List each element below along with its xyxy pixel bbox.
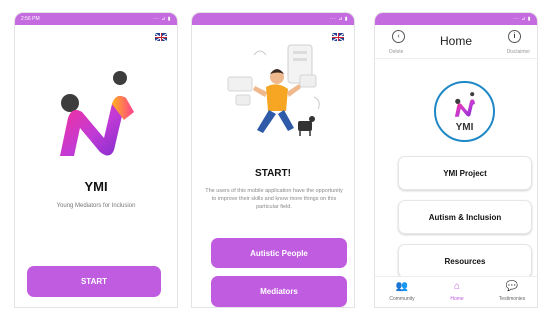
- community-icon: 👥: [395, 281, 409, 292]
- ymi-logo-icon: [60, 71, 134, 156]
- intro-screen: ··· ⊿ ▮ START! The users of this mobile …: [191, 12, 355, 308]
- status-icons: ··· ⊿ ▮: [152, 16, 171, 22]
- mediators-button[interactable]: Mediators: [211, 276, 347, 307]
- chat-icon: 💬: [505, 281, 519, 292]
- autistic-people-button[interactable]: Autistic People: [211, 238, 347, 268]
- status-icons: ··· ⊿ ▮: [329, 16, 348, 22]
- nav-home-label: Home: [450, 296, 464, 302]
- bottom-navigation: 👥 Community ⌂ Home 💬 Testimonies: [375, 276, 537, 307]
- home-screen: ··· ⊿ ▮ ‹ Delete Home i Disclaimer YMI Y…: [374, 12, 538, 308]
- logo-text: YMI: [455, 122, 474, 133]
- info-icon[interactable]: i: [508, 30, 521, 43]
- intro-description: The users of this mobile application hav…: [205, 188, 343, 210]
- ymi-circle-logo: YMI: [434, 81, 495, 142]
- status-time: 2:56 PM: [21, 16, 40, 22]
- autism-inclusion-button[interactable]: Autism & Inclusion: [398, 200, 532, 234]
- status-bar: ··· ⊿ ▮: [192, 13, 354, 25]
- screenshot-stage: 2:56 PM ··· ⊿ ▮ YMI Young Mediators for …: [0, 0, 547, 311]
- intro-title: START!: [255, 168, 291, 179]
- disclaimer-label[interactable]: Disclaimer: [507, 49, 530, 55]
- uk-flag-icon[interactable]: [155, 33, 167, 41]
- ymi-logo-icon: [454, 92, 476, 117]
- person-illustration-icon: [227, 44, 320, 136]
- nav-community-label: Community: [389, 296, 415, 302]
- nav-community[interactable]: 👥 Community: [377, 280, 427, 302]
- status-bar: 2:56 PM ··· ⊿ ▮: [15, 13, 177, 25]
- top-app-bar: ‹ Delete Home i Disclaimer: [375, 25, 537, 59]
- start-button[interactable]: START: [27, 266, 161, 297]
- app-tagline: Young Mediators for Inclusion: [56, 203, 136, 209]
- back-label[interactable]: Delete: [389, 49, 403, 55]
- ymi-project-button[interactable]: YMI Project: [398, 156, 532, 190]
- app-name: YMI: [84, 179, 108, 194]
- nav-home[interactable]: ⌂ Home: [432, 280, 482, 302]
- status-icons: ··· ⊿ ▮: [512, 16, 531, 22]
- splash-screen: 2:56 PM ··· ⊿ ▮ YMI Young Mediators for …: [14, 12, 178, 308]
- nav-testimonies[interactable]: 💬 Testimonies: [487, 280, 537, 302]
- nav-testimonies-label: Testimonies: [498, 296, 526, 302]
- resources-button[interactable]: Resources: [398, 244, 532, 278]
- status-bar: ··· ⊿ ▮: [375, 13, 537, 25]
- home-icon: ⌂: [453, 281, 461, 292]
